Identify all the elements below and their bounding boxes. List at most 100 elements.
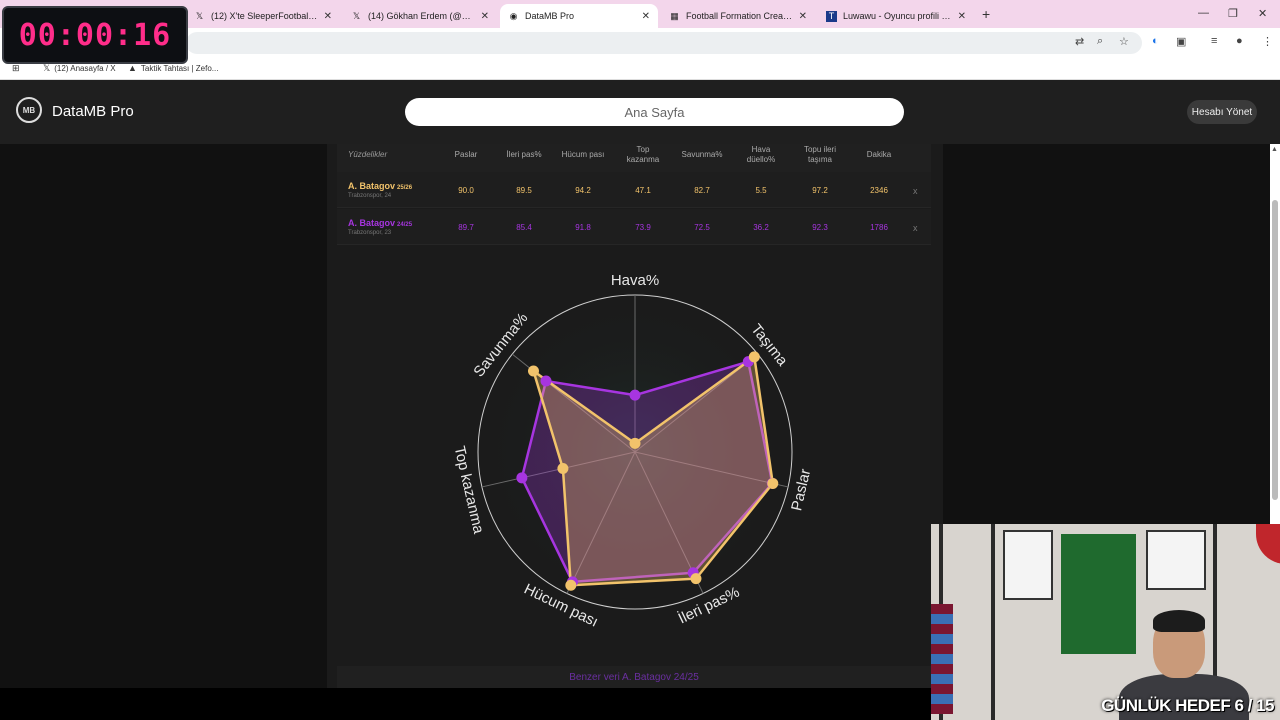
close-window-icon[interactable]: ✕: [1258, 7, 1267, 20]
close-tab-icon[interactable]: ✕: [481, 11, 489, 22]
minimize-icon[interactable]: —: [1198, 7, 1209, 19]
table-cell: 92.3: [812, 223, 828, 232]
close-tab-icon[interactable]: ✕: [958, 11, 966, 22]
player-team: Trabzonspor, 23: [348, 230, 392, 236]
extensions-puzzle-icon[interactable]: ▣: [1176, 35, 1186, 48]
table-cell: 89.5: [516, 186, 532, 195]
tab-luwawu[interactable]: T Luwawu - Oyuncu profili | Tran ✕: [818, 4, 974, 28]
media-control-icon[interactable]: ≡: [1211, 35, 1217, 47]
player-name[interactable]: A. Batagov 24/25: [348, 218, 412, 228]
webcam-overlay: GÜNLÜK HEDEF 6 / 15: [931, 524, 1280, 720]
table-cell: 72.5: [694, 223, 710, 232]
tab-title: (12) X'te SleeperFootballNews: ": [211, 11, 318, 21]
profile-avatar-icon[interactable]: ●: [1236, 35, 1243, 47]
tab-sleeperfootballnews[interactable]: 𝕏 (12) X'te SleeperFootballNews: " ✕: [186, 4, 340, 28]
radar-chart: Hava%TaşımaPaslarİleri pas%Hücum pasıTop…: [451, 272, 815, 631]
home-button[interactable]: Ana Sayfa: [405, 98, 904, 126]
table-cell: 1786: [870, 223, 888, 232]
apps-grid-icon[interactable]: ⊞: [12, 63, 24, 74]
close-tab-icon[interactable]: ✕: [324, 11, 332, 22]
close-tab-icon[interactable]: ✕: [799, 11, 807, 22]
table-cell: 97.2: [812, 186, 828, 195]
table-cell: 90.0: [458, 186, 474, 195]
close-tab-icon[interactable]: ✕: [642, 11, 650, 22]
address-bar-row: [0, 28, 1280, 58]
remove-row-button[interactable]: x: [913, 186, 918, 196]
browser-menu-icon[interactable]: ⋮: [1262, 35, 1273, 48]
season-label: 25/26: [397, 185, 413, 191]
similar-data-link[interactable]: Benzer veri A. Batagov 24/25: [337, 666, 931, 688]
radar-point: [557, 462, 569, 474]
season-label: 24/25: [397, 222, 413, 228]
player-team: Trabzonspor, 24: [348, 193, 392, 199]
table-cell: 89.7: [458, 223, 474, 232]
scrollbar-thumb[interactable]: [1272, 200, 1278, 500]
manage-account-button[interactable]: Hesabı Yönet: [1187, 100, 1257, 124]
col-attacking-pass[interactable]: Hücum pası: [558, 150, 608, 160]
col-progressive-carry[interactable]: Topu ileri taşıma: [800, 145, 840, 165]
table-cell: 85.4: [516, 223, 532, 232]
logo-text[interactable]: DataMB Pro: [52, 103, 134, 120]
radar-point: [629, 437, 641, 449]
col-defense[interactable]: Savunma%: [678, 150, 726, 160]
col-ball-recovery[interactable]: Top kazanma: [622, 145, 664, 165]
radar-point: [690, 573, 702, 585]
datamb-logo-icon[interactable]: MB: [16, 97, 42, 123]
bookmark-taktik-tahtasi[interactable]: ▲ Taktik Tahtası | Zefo...: [128, 63, 218, 73]
table-cell: 36.2: [753, 223, 769, 232]
col-passes[interactable]: Paslar: [443, 150, 489, 160]
zeforo-icon: ▲: [128, 63, 137, 73]
restore-icon[interactable]: ❐: [1228, 7, 1238, 20]
tab-title: (14) Gökhan Erdem (@zforzamb: [368, 11, 475, 21]
player-name[interactable]: A. Batagov 25/26: [348, 181, 412, 191]
address-input[interactable]: [186, 32, 1142, 54]
radar-point: [565, 579, 577, 591]
remove-row-button[interactable]: x: [913, 223, 918, 233]
table-cell: 91.8: [575, 223, 591, 232]
translate-icon[interactable]: ⇄: [1075, 35, 1084, 48]
x-icon: 𝕏: [352, 10, 361, 21]
table-cell: 5.5: [755, 186, 767, 195]
daily-goal-label: GÜNLÜK HEDEF 6 / 15: [1101, 696, 1274, 715]
bookmark-anasayfa[interactable]: 𝕏 (12) Anasayfa / X: [43, 63, 116, 74]
x-icon: 𝕏: [195, 10, 204, 21]
stream-timer: 00:00:16: [2, 6, 188, 64]
bookmark-star-icon[interactable]: ☆: [1119, 35, 1129, 48]
radar-point: [527, 365, 539, 377]
table-cell: 2346: [870, 186, 888, 195]
col-minutes[interactable]: Dakika: [858, 150, 900, 160]
tab-title: Luwawu - Oyuncu profili | Tran: [843, 11, 952, 21]
radar-point: [629, 389, 641, 401]
tab-datamb-pro[interactable]: ◉ DataMB Pro ✕: [500, 4, 658, 28]
radar-axis-label: Paslar: [788, 467, 814, 512]
table-cell: 73.9: [635, 223, 651, 232]
col-forward-pass[interactable]: İleri pas%: [501, 150, 547, 160]
x-icon: 𝕏: [43, 63, 51, 73]
radar-point: [748, 351, 760, 363]
radar-point: [516, 472, 528, 484]
radar-point: [540, 375, 552, 387]
player-name-text: A. Batagov: [348, 218, 396, 228]
table-cell: 82.7: [694, 186, 710, 195]
table-cell: 94.2: [575, 186, 591, 195]
tab-formation-creator[interactable]: ▦ Football Formation Creator: Re ✕: [661, 4, 815, 28]
tab-title: Football Formation Creator: Re: [686, 11, 793, 21]
scroll-up-icon[interactable]: ▲: [1271, 146, 1278, 153]
zoom-icon[interactable]: ⌕: [1097, 35, 1103, 48]
bookmarks-bar: ⊞ 𝕏 (12) Anasayfa / X ▲ Taktik Tahtası |…: [0, 58, 1280, 80]
new-tab-icon[interactable]: +: [982, 6, 990, 22]
datamb-icon: ◉: [509, 10, 518, 21]
extension-icon[interactable]: ◐: [1152, 35, 1159, 47]
tab-gokhan-erdem[interactable]: 𝕏 (14) Gökhan Erdem (@zforzamb ✕: [343, 4, 497, 28]
col-aerial-duel[interactable]: Hava düello%: [742, 145, 780, 165]
radar-axis-label: Hava%: [611, 272, 659, 289]
formation-icon: ▦: [670, 10, 679, 21]
radar-point: [767, 477, 779, 489]
bookmark-label: Taktik Tahtası | Zefo...: [140, 63, 219, 73]
table-cell: 47.1: [635, 186, 651, 195]
browser-tab-strip: 𝕏 (12) X'te SleeperFootballNews: " ✕ 𝕏 (…: [0, 0, 1280, 28]
percentiles-label: Yüzdelikler: [348, 150, 388, 159]
player-name-text: A. Batagov: [348, 181, 396, 191]
luwawu-icon: T: [826, 10, 837, 22]
tab-title: DataMB Pro: [525, 11, 575, 21]
